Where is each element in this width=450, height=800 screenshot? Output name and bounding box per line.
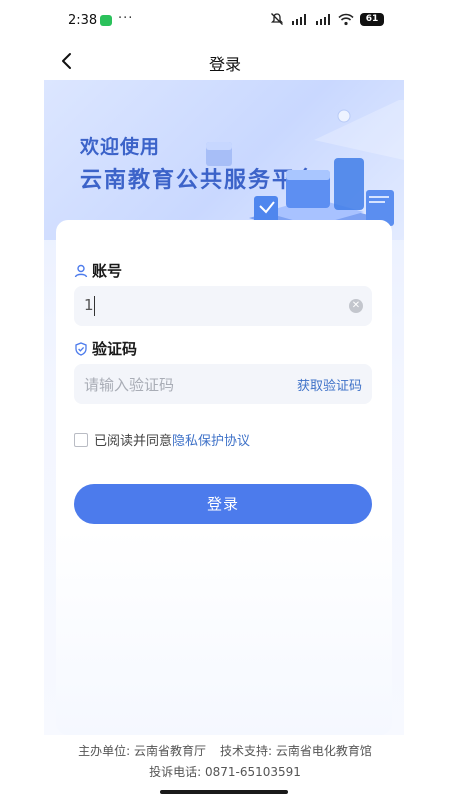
footer-credits: 主办单位: 云南省教育厅 技术支持: 云南省电化教育馆 [0,742,450,759]
login-form-card: 账号 1 ✕ 验证码 请输入验证码 获取验证码 已阅读并同意 隐私保护协议 登录 [56,220,392,735]
support-text: 技术支持: 云南省电化教育馆 [220,744,372,758]
signal-5g-icon-2 [316,14,330,25]
get-code-button[interactable]: 获取验证码 [297,375,362,394]
shield-icon [75,341,87,356]
account-input[interactable]: 1 ✕ [74,286,372,326]
code-label: 验证码 [92,340,138,358]
signal-5g-icon [292,14,306,25]
nav-bar: 登录 [0,42,450,80]
code-label-row: 验证码 [74,338,137,359]
account-label-row: 账号 [74,260,122,281]
mute-icon [270,13,284,25]
welcome-banner: 欢迎使用 云南教育公共服务平台 [44,80,404,240]
sponsor-text: 主办单位: 云南省教育厅 [78,744,206,758]
footer: 主办单位: 云南省教育厅 技术支持: 云南省电化教育馆 投诉电话: 0871-65… [0,735,450,800]
wifi-icon [338,13,354,25]
agreement-row: 已阅读并同意 隐私保护协议 [74,430,250,449]
more-notifications-icon: ··· [118,11,134,26]
user-icon [74,264,88,277]
banner-welcome-text: 欢迎使用 [80,136,161,158]
privacy-policy-link[interactable]: 隐私保护协议 [172,430,250,449]
clear-icon[interactable]: ✕ [349,299,363,313]
status-bar: 2:38 ··· 61 [0,0,450,42]
complaint-phone: 投诉电话: 0871-65103591 [149,765,301,779]
agreement-checkbox[interactable] [74,432,88,447]
code-placeholder: 请输入验证码 [84,376,175,394]
verification-code-input[interactable]: 请输入验证码 获取验证码 [74,364,372,404]
text-caret [94,296,95,316]
account-input-value: 1 [84,296,94,314]
page-title: 登录 [208,55,241,74]
home-indicator[interactable] [160,790,288,794]
battery-icon: 61 [360,12,384,26]
status-icons: 61 [270,12,384,26]
login-panel: 欢迎使用 云南教育公共服务平台 账号 1 ✕ 验证码 请输入验证码 获取验证码 … [44,80,404,735]
wechat-notification-icon [100,15,112,26]
banner-illustration [206,100,404,238]
agreement-text: 已阅读并同意 [94,434,173,449]
status-time: 2:38 [68,13,98,28]
account-label: 账号 [92,262,123,280]
login-button[interactable]: 登录 [74,484,372,524]
